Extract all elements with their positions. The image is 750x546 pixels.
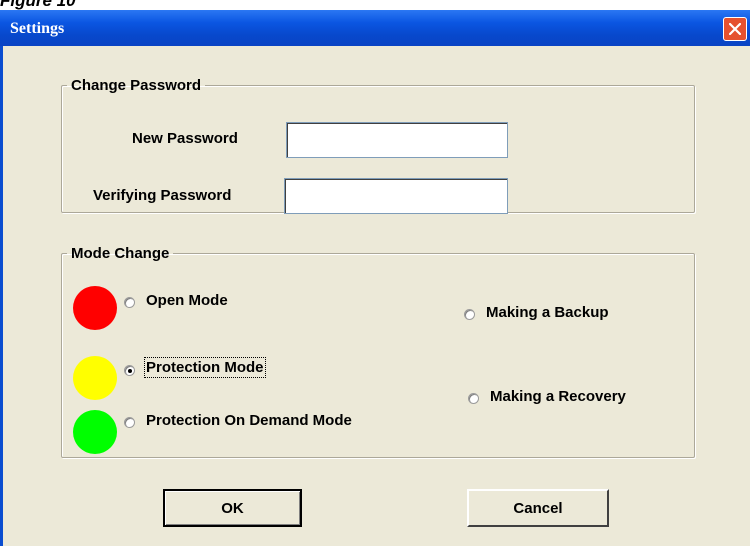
new-password-label: New Password xyxy=(132,130,238,147)
verify-password-input[interactable] xyxy=(284,178,508,214)
close-x-icon xyxy=(729,23,741,35)
close-button[interactable] xyxy=(723,17,747,41)
protection-on-demand-radio[interactable] xyxy=(124,417,135,428)
ok-button[interactable]: OK xyxy=(163,489,302,527)
mode-change-legend: Mode Change xyxy=(71,245,170,262)
protection-on-demand-label[interactable]: Protection On Demand Mode xyxy=(146,412,352,429)
protection-mode-label[interactable]: Protection Mode xyxy=(144,357,266,378)
settings-window: Settings Change Password New Password Ve… xyxy=(0,10,750,546)
change-password-legend: Change Password xyxy=(71,77,202,94)
window-title: Settings xyxy=(10,20,65,37)
new-password-input[interactable] xyxy=(286,122,508,158)
cancel-button[interactable]: Cancel xyxy=(467,489,609,527)
verify-password-label: Verifying Password xyxy=(93,187,232,204)
radio-selected-dot xyxy=(127,368,132,373)
title-bar[interactable]: Settings xyxy=(0,10,750,46)
protection-mode-yellow-indicator xyxy=(73,356,117,400)
protection-on-demand-green-indicator xyxy=(73,410,117,454)
making-backup-label[interactable]: Making a Backup xyxy=(486,304,609,321)
making-backup-radio[interactable] xyxy=(464,309,475,320)
figure-label: Figure 10 xyxy=(0,0,76,10)
protection-mode-radio[interactable] xyxy=(124,365,135,376)
open-mode-radio[interactable] xyxy=(124,297,135,308)
dialog-client-area: Change Password New Password Verifying P… xyxy=(3,46,750,546)
making-recovery-label[interactable]: Making a Recovery xyxy=(490,388,626,405)
open-mode-label[interactable]: Open Mode xyxy=(146,292,228,309)
making-recovery-radio[interactable] xyxy=(468,393,479,404)
open-mode-red-indicator xyxy=(73,286,117,330)
